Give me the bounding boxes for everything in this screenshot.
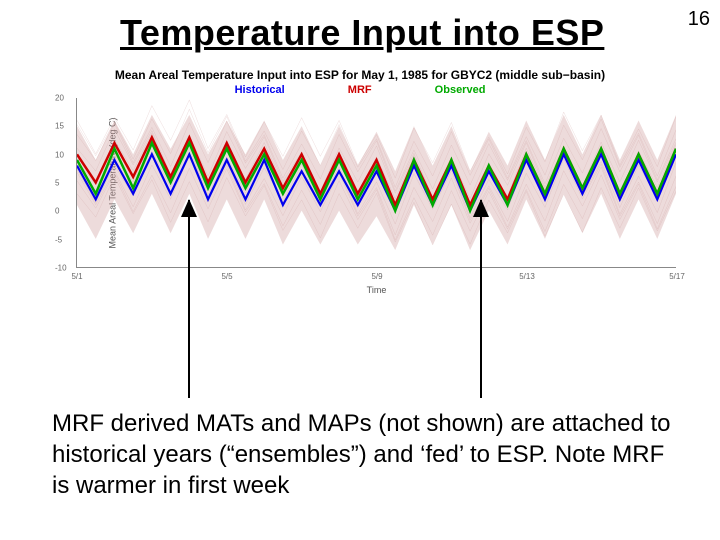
xtick: 5/13 xyxy=(519,272,535,281)
xtick: 5/5 xyxy=(221,272,232,281)
ytick: 10 xyxy=(55,150,64,159)
caption-text: MRF derived MATs and MAPs (not shown) ar… xyxy=(52,408,672,502)
ytick: 20 xyxy=(55,94,64,103)
xtick: 5/1 xyxy=(71,272,82,281)
chart-legend: Historical MRF Observed xyxy=(40,84,680,96)
pointer-arrow-left xyxy=(188,200,190,398)
page-title: Temperature Input into ESP xyxy=(120,12,604,54)
ytick: 15 xyxy=(55,122,64,131)
plot-area: Mean Areal Temperature (deg C) Time -10-… xyxy=(76,98,676,268)
xtick: 5/17 xyxy=(669,272,685,281)
ytick: -5 xyxy=(55,235,62,244)
page-number: 16 xyxy=(688,8,710,31)
legend-mrf: MRF xyxy=(348,84,372,96)
chart-title: Mean Areal Temperature Input into ESP fo… xyxy=(40,68,680,82)
pointer-arrow-right xyxy=(480,200,482,398)
legend-observed: Observed xyxy=(435,84,486,96)
xtick: 5/9 xyxy=(371,272,382,281)
ytick: 0 xyxy=(55,207,59,216)
ytick: -10 xyxy=(55,264,67,273)
legend-historical: Historical xyxy=(235,84,285,96)
ytick: 5 xyxy=(55,179,59,188)
temperature-chart: Mean Areal Temperature Input into ESP fo… xyxy=(40,68,680,298)
x-axis-label: Time xyxy=(367,285,387,295)
